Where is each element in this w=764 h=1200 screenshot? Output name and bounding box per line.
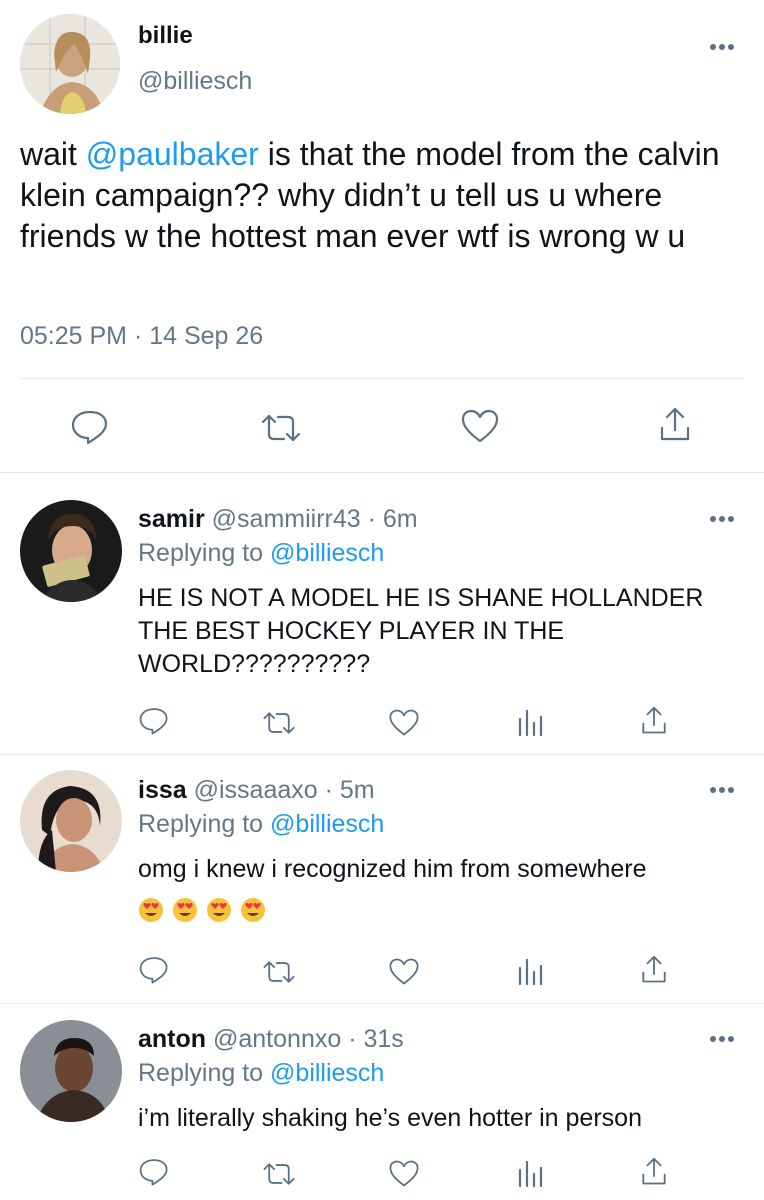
retweet-icon (263, 961, 295, 983)
reply-button[interactable] (138, 706, 170, 741)
reply-author-name[interactable]: issa (138, 776, 187, 804)
replying-to: Replying to @billiesch (138, 1059, 384, 1088)
replying-to-label: Replying to (138, 1059, 271, 1087)
reply-button[interactable] (70, 408, 110, 451)
timestamp-divider (20, 378, 744, 379)
tweet-text-prefix: wait (20, 136, 86, 172)
replying-to-handle[interactable]: @billiesch (270, 810, 384, 838)
retweet-icon (263, 712, 295, 734)
analytics-button[interactable] (516, 956, 544, 991)
heart-icon (389, 1160, 419, 1187)
reply-header: samir @sammiirr43 · 6m (138, 505, 418, 534)
replying-to-label: Replying to (138, 810, 271, 838)
heart-eyes-emoji (138, 897, 164, 923)
like-button[interactable] (388, 708, 420, 742)
reply-text: i’m literally shaking he’s even hotter i… (138, 1104, 642, 1132)
section-divider (0, 1003, 764, 1004)
mention-link[interactable]: @paulbaker (86, 136, 259, 172)
heart-icon (389, 958, 419, 985)
replying-to-handle[interactable]: @billiesch (270, 1059, 384, 1087)
share-button[interactable] (640, 1156, 668, 1193)
reply-button[interactable] (138, 1157, 170, 1192)
share-icon (642, 955, 666, 983)
share-icon (660, 407, 690, 441)
reply-text: omg i knew i recognized him from somewhe… (138, 855, 647, 883)
analytics-button[interactable] (516, 707, 544, 742)
reply-header: issa @issaaaxo · 5m (138, 776, 375, 805)
retweet-button[interactable] (260, 710, 298, 741)
analytics-icon (518, 709, 543, 737)
emoji-row (138, 897, 274, 925)
heart-icon (461, 409, 499, 443)
heart-eyes-emoji (172, 897, 198, 923)
more-options-icon[interactable] (708, 783, 738, 795)
retweet-button[interactable] (260, 959, 298, 990)
author-name[interactable]: billie (138, 22, 193, 50)
replying-to-handle[interactable]: @billiesch (270, 539, 384, 567)
reply-author-name[interactable]: anton (138, 1025, 206, 1053)
retweet-icon (263, 1163, 295, 1185)
replying-to-label: Replying to (138, 539, 271, 567)
analytics-icon (518, 958, 543, 986)
heart-eyes-emoji (240, 897, 266, 923)
like-button[interactable] (388, 957, 420, 991)
reply-icon (139, 708, 168, 735)
reply-avatar[interactable] (20, 1020, 122, 1122)
retweet-button[interactable] (258, 412, 304, 449)
reply-button[interactable] (138, 955, 170, 990)
reply-text: HE IS NOT A MODEL HE IS SHANE HOLLANDER … (138, 584, 704, 678)
more-options-icon[interactable] (708, 512, 738, 524)
author-handle[interactable]: @billiesch (138, 67, 252, 96)
share-icon (642, 706, 666, 734)
reply-author-meta[interactable]: @issaaaxo · 5m (194, 776, 375, 804)
reply-author-meta[interactable]: @sammiirr43 · 6m (212, 505, 418, 533)
reply-icon (71, 410, 108, 445)
author-avatar[interactable] (20, 14, 120, 114)
share-button[interactable] (658, 406, 692, 449)
tweet-timestamp[interactable]: 05:25 PM · 14 Sep 26 (20, 322, 263, 351)
tweet-text: wait @paulbaker is that the model from t… (20, 134, 750, 257)
retweet-icon (261, 414, 301, 442)
more-options-icon[interactable] (708, 40, 738, 52)
replying-to: Replying to @billiesch (138, 539, 384, 568)
analytics-icon (518, 1160, 543, 1188)
like-button[interactable] (460, 408, 500, 449)
analytics-button[interactable] (516, 1158, 544, 1193)
heart-eyes-emoji (206, 897, 232, 923)
reply-header: anton @antonnxo · 31s (138, 1025, 404, 1054)
retweet-button[interactable] (260, 1161, 298, 1192)
more-options-icon[interactable] (708, 1032, 738, 1044)
replying-to: Replying to @billiesch (138, 810, 384, 839)
share-button[interactable] (640, 954, 668, 991)
reply-icon (139, 1159, 168, 1186)
section-divider (0, 754, 764, 755)
like-button[interactable] (388, 1159, 420, 1193)
share-icon (642, 1157, 666, 1185)
reply-author-meta[interactable]: @antonnxo · 31s (213, 1025, 404, 1053)
heart-icon (389, 709, 419, 736)
reply-avatar[interactable] (20, 500, 122, 602)
share-button[interactable] (640, 705, 668, 742)
reply-author-name[interactable]: samir (138, 505, 205, 533)
section-divider (0, 472, 764, 473)
reply-icon (139, 957, 168, 984)
reply-avatar[interactable] (20, 770, 122, 872)
